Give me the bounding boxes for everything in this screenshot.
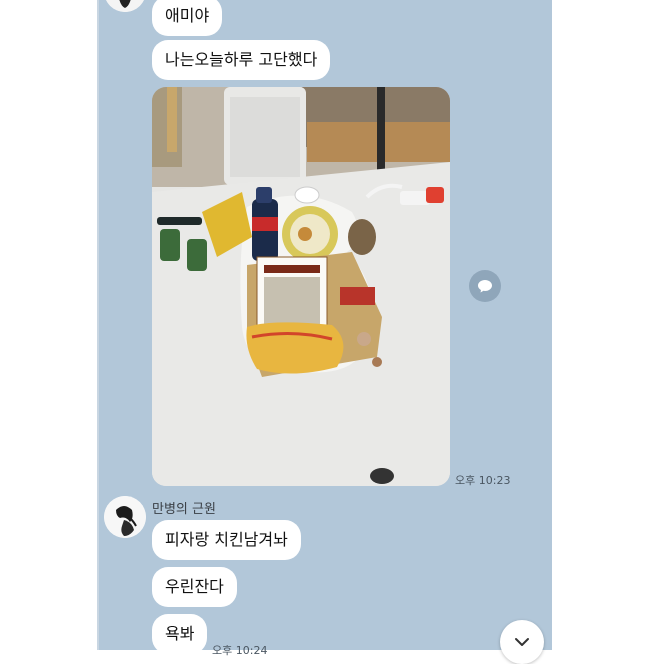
photo-message[interactable]: [152, 87, 450, 486]
message-text: 나는오늘하루 고단했다: [165, 50, 318, 69]
message-text: 우린잔다: [165, 577, 224, 596]
share-button[interactable]: [469, 270, 501, 302]
chevron-down-icon: [515, 638, 529, 646]
avatar-image: [104, 496, 146, 538]
message-bubble[interactable]: 피자랑 치킨남겨놔: [152, 520, 301, 560]
message-bubble[interactable]: 우린잔다: [152, 567, 237, 607]
message-bubble[interactable]: 애미야: [152, 0, 223, 36]
message-text: 애미야: [165, 6, 210, 25]
message-time: 오후 10:23: [455, 474, 511, 487]
avatar[interactable]: [104, 496, 146, 538]
sender-name: 만병의 근원: [152, 502, 216, 517]
message-text: 욕봐: [165, 624, 195, 643]
message-bubble[interactable]: 욕봐: [152, 614, 208, 654]
message-time: 오후 10:24: [212, 644, 268, 657]
message-bubble[interactable]: 나는오늘하루 고단했다: [152, 40, 331, 80]
photo-image: [152, 87, 450, 486]
message-text: 피자랑 치킨남겨놔: [165, 530, 288, 549]
share-icon: [478, 280, 492, 293]
scroll-to-bottom-button[interactable]: [500, 620, 544, 664]
